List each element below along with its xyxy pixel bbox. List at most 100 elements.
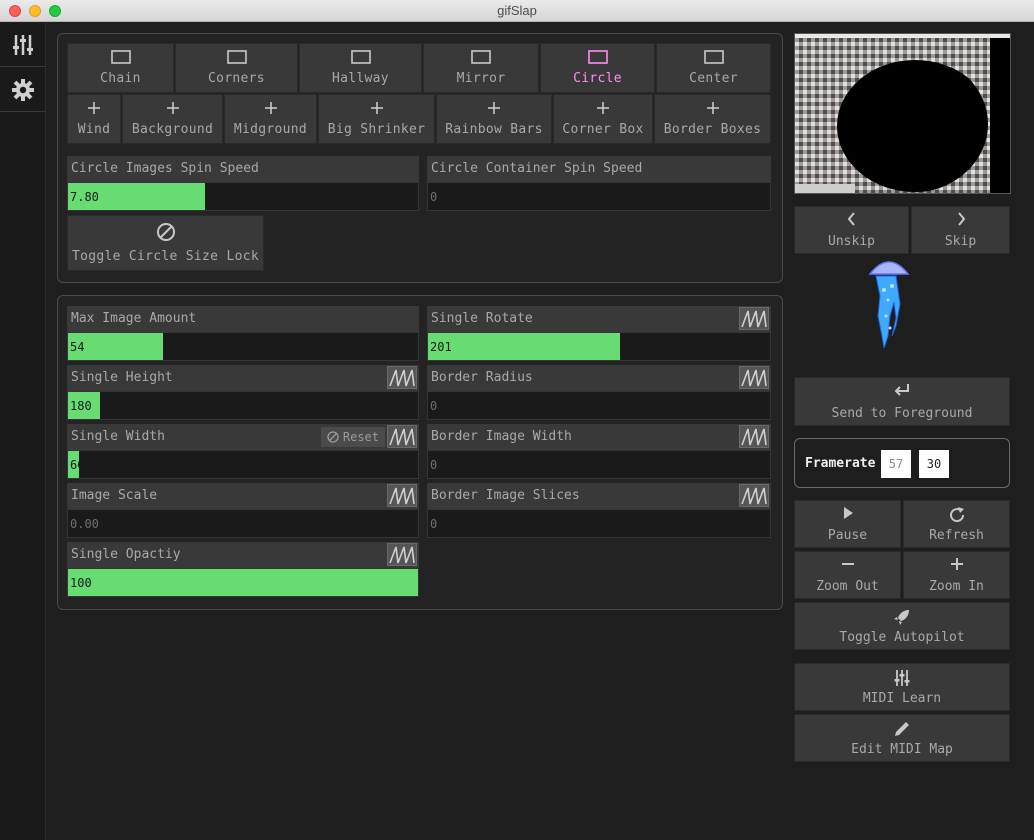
lfo-wave-icon (741, 428, 767, 445)
slider-value: 0 (430, 399, 438, 413)
slider-track[interactable]: 201 (427, 332, 771, 361)
slider-track[interactable]: 0 (427, 450, 771, 479)
lfo-wave-icon (389, 369, 415, 386)
lfo-wave-icon (741, 369, 767, 386)
tab-label: Chain (100, 71, 141, 86)
toggle-circle-size-lock-button[interactable]: Toggle Circle Size Lock (67, 215, 264, 271)
lfo-toggle-button[interactable] (387, 425, 417, 448)
midi-learn-button[interactable]: MIDI Learn (794, 663, 1010, 711)
lfo-toggle-button[interactable] (739, 484, 769, 507)
slider-value: 0 (430, 190, 438, 204)
play-icon (843, 507, 853, 519)
framerate-panel: Framerate 57 30 (794, 438, 1010, 488)
lfo-toggle-button[interactable] (739, 425, 769, 448)
rectangle-icon (703, 50, 724, 64)
skip-button[interactable]: Skip (911, 206, 1010, 254)
slider-value: 54 (70, 340, 85, 354)
slider-track[interactable]: 60 (67, 450, 419, 479)
tab-label: Circle (573, 71, 622, 86)
slider-header: Single Opactiy (67, 542, 419, 568)
slider-label: Single Width (71, 429, 165, 444)
circle-images-spin-speed-slider[interactable]: Circle Images Spin Speed 7.80 (67, 156, 419, 211)
add-layer-rainbow-bars-button[interactable]: Rainbow Bars (436, 94, 552, 144)
single-rotate-slider[interactable]: Single Rotate 201 (427, 306, 771, 361)
lfo-toggle-button[interactable] (387, 543, 417, 566)
title-bar: gifSlap (0, 0, 1034, 22)
slider-label: Circle Container Spin Speed (427, 156, 771, 182)
slider-value: 0.00 (70, 517, 99, 531)
max-image-amount-slider[interactable]: Max Image Amount 54 (67, 306, 419, 361)
mode-tab-center[interactable]: Center (656, 43, 771, 93)
slider-track[interactable]: 0 (427, 391, 771, 420)
slider-label: Border Radius (431, 370, 533, 385)
add-layer-big-shrinker-button[interactable]: Big Shrinker (318, 94, 435, 144)
slider-track[interactable]: 54 (67, 332, 419, 361)
border-image-width-slider[interactable]: Border Image Width 0 (427, 424, 771, 479)
sidebar (0, 23, 46, 840)
plus-icon (706, 102, 719, 114)
add-layer-corner-box-button[interactable]: Corner Box (553, 94, 653, 144)
slider-value: 7.80 (70, 190, 99, 204)
border-image-slices-slider[interactable]: Border Image Slices 0 (427, 483, 771, 538)
mode-tab-chain[interactable]: Chain (67, 43, 174, 93)
send-to-foreground-button[interactable]: Send to Foreground (794, 377, 1010, 426)
slider-value: 60 (70, 458, 85, 472)
add-layer-border-boxes-button[interactable]: Border Boxes (654, 94, 771, 144)
plus-icon (597, 102, 609, 114)
lfo-toggle-button[interactable] (739, 307, 769, 330)
slider-label: Border Image Width (431, 429, 572, 444)
button-label: Border Boxes (663, 122, 762, 137)
plus-icon (488, 102, 500, 114)
unskip-button[interactable]: Unskip (794, 206, 909, 254)
lfo-wave-icon (389, 428, 415, 445)
button-label: Toggle Circle Size Lock (72, 249, 259, 264)
add-layer-wind-button[interactable]: Wind (67, 94, 121, 144)
mode-tab-mirror[interactable]: Mirror (423, 43, 539, 93)
button-label: Pause (827, 528, 868, 543)
reset-button[interactable]: Reset (320, 427, 385, 447)
mode-tab-circle[interactable]: Circle (540, 43, 655, 93)
image-scale-slider[interactable]: Image Scale 0.00 (67, 483, 419, 538)
button-label: Refresh (929, 528, 984, 543)
refresh-button[interactable]: Refresh (903, 500, 1010, 548)
single-opacity-slider[interactable]: Single Opactiy 100 (67, 542, 419, 597)
slider-label: Single Rotate (431, 311, 533, 326)
plus-icon (166, 102, 179, 114)
pause-button[interactable]: Pause (794, 500, 901, 548)
framerate-target-input[interactable]: 30 (919, 450, 949, 478)
slider-header: Border Image Width (427, 424, 771, 450)
circle-container-spin-speed-slider[interactable]: Circle Container Spin Speed 0 (427, 156, 771, 211)
slider-track[interactable]: 7.80 (67, 182, 419, 211)
edit-midi-map-button[interactable]: Edit MIDI Map (794, 714, 1010, 762)
button-label: Zoom In (929, 579, 984, 594)
sidebar-item-settings[interactable] (0, 68, 45, 112)
add-layer-midground-button[interactable]: Midground (224, 94, 317, 144)
slider-value: 201 (430, 340, 452, 354)
lfo-wave-icon (741, 310, 767, 327)
rectangle-icon (471, 50, 491, 64)
sidebar-item-controls[interactable] (0, 23, 45, 67)
slider-header: Image Scale (67, 483, 419, 509)
mode-tab-corners[interactable]: Corners (175, 43, 298, 93)
border-radius-slider[interactable]: Border Radius 0 (427, 365, 771, 420)
slider-track[interactable]: 0 (427, 509, 771, 538)
single-width-slider[interactable]: Single Width Reset 60 (67, 424, 419, 479)
slider-track[interactable]: 0.00 (67, 509, 419, 538)
zoom-out-button[interactable]: Zoom Out (794, 551, 901, 599)
toggle-autopilot-button[interactable]: Toggle Autopilot (794, 602, 1010, 650)
slider-value: 180 (70, 399, 92, 413)
single-height-slider[interactable]: Single Height 180 (67, 365, 419, 420)
slider-track[interactable]: 180 (67, 391, 419, 420)
mode-tab-hallway[interactable]: Hallway (299, 43, 422, 93)
slider-track[interactable]: 100 (67, 568, 419, 597)
button-label: Zoom Out (816, 579, 879, 594)
framerate-label: Framerate (805, 456, 876, 471)
slider-label: Single Opactiy (71, 547, 181, 562)
lfo-toggle-button[interactable] (387, 484, 417, 507)
slider-track[interactable]: 0 (427, 182, 771, 211)
lfo-wave-icon (389, 487, 415, 504)
add-layer-background-button[interactable]: Background (122, 94, 223, 144)
lfo-toggle-button[interactable] (387, 366, 417, 389)
zoom-in-button[interactable]: Zoom In (903, 551, 1010, 599)
lfo-toggle-button[interactable] (739, 366, 769, 389)
